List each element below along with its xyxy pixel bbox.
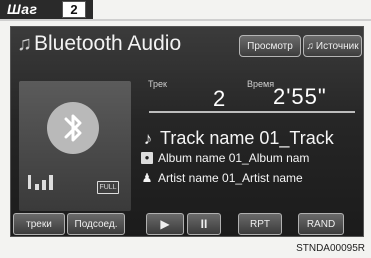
screen-title: ♫ Bluetooth Audio bbox=[17, 32, 181, 56]
track-number: 2 bbox=[213, 86, 227, 111]
music-note-icon: ♫ bbox=[17, 32, 32, 55]
random-button[interactable]: RAND bbox=[298, 213, 344, 235]
screen-title-text: Bluetooth Audio bbox=[34, 32, 182, 55]
pause-button[interactable]: II bbox=[187, 213, 221, 235]
elapsed-time: 2'55" bbox=[273, 84, 327, 109]
signal-strength-icon bbox=[28, 175, 53, 190]
music-note-icon: ♪ bbox=[143, 128, 153, 148]
connect-button-label: Подсоед. bbox=[74, 218, 118, 230]
random-button-label: RAND bbox=[306, 218, 336, 230]
tracks-button-label: треки bbox=[26, 218, 52, 230]
device-panel: FULL bbox=[19, 81, 131, 211]
time-label: Время bbox=[247, 79, 275, 89]
track-name-row: ♪ Track name 01_Track bbox=[141, 128, 334, 149]
album-name-row: ● Album name 01_Album nam bbox=[141, 151, 309, 165]
step-label: Шаг bbox=[7, 1, 38, 17]
play-button[interactable]: ▶ bbox=[146, 213, 184, 235]
bluetooth-icon bbox=[47, 102, 99, 154]
image-code: STNDA00095R bbox=[296, 243, 365, 254]
audio-screen: ♫ Bluetooth Audio Просмотр ♫ Источник FU… bbox=[10, 26, 364, 237]
artist-name-row: ♟ Artist name 01_Artist name bbox=[141, 171, 303, 185]
view-button[interactable]: Просмотр bbox=[239, 35, 301, 57]
pause-icon: II bbox=[200, 217, 208, 231]
album-icon: ● bbox=[141, 152, 153, 164]
step-indicator: Шаг 2 bbox=[0, 0, 93, 19]
info-separator bbox=[149, 111, 355, 113]
step-number: 2 bbox=[62, 1, 86, 18]
view-button-label: Просмотр bbox=[247, 40, 293, 52]
source-button-label: Источник bbox=[315, 40, 359, 52]
artist-icon: ♟ bbox=[141, 171, 153, 185]
artist-name: Artist name 01_Artist name bbox=[158, 171, 303, 185]
source-icon: ♫ bbox=[306, 40, 314, 52]
play-icon: ▶ bbox=[160, 217, 170, 231]
tracks-button[interactable]: треки bbox=[13, 213, 65, 235]
repeat-button[interactable]: RPT bbox=[238, 213, 282, 235]
source-button[interactable]: ♫ Источник bbox=[303, 35, 362, 57]
track-label: Трек bbox=[148, 79, 167, 89]
track-name: Track name 01_Track bbox=[160, 128, 334, 148]
divider bbox=[0, 19, 371, 21]
battery-icon: FULL bbox=[97, 181, 119, 194]
album-name: Album name 01_Album nam bbox=[158, 151, 310, 165]
repeat-button-label: RPT bbox=[250, 218, 270, 230]
connect-button[interactable]: Подсоед. bbox=[67, 213, 125, 235]
